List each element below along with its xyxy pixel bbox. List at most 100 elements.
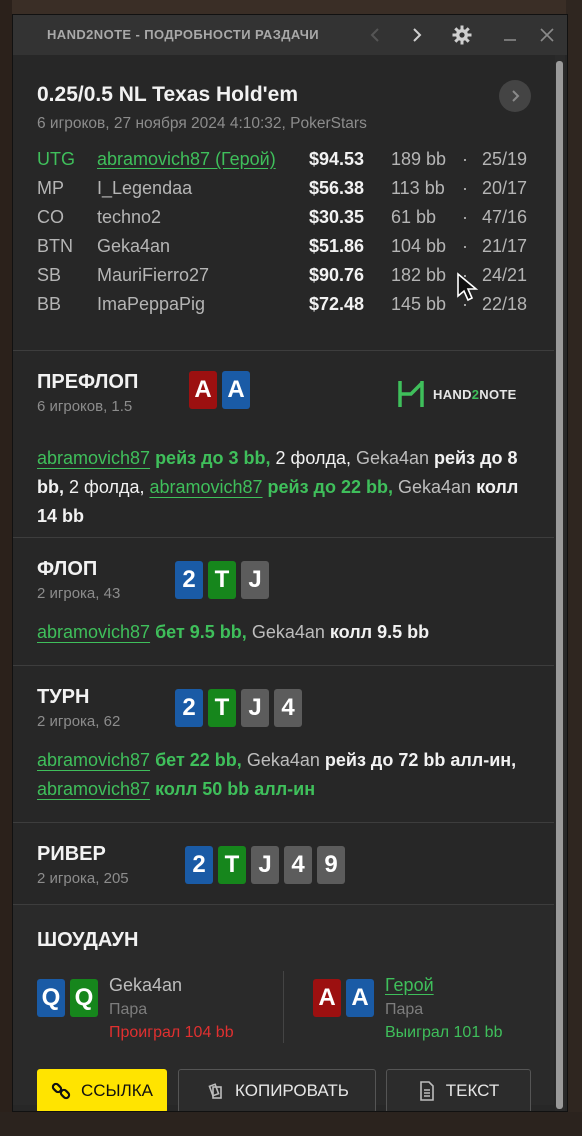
street-flop: ФЛОП 2 игрока, 43 2TJ abramovich87 бет 9… xyxy=(13,538,554,666)
logo-text-c: NOTE xyxy=(479,386,517,402)
player-name[interactable]: abramovich87 (Герой) xyxy=(97,149,285,170)
hero-link[interactable]: abramovich87 xyxy=(37,750,150,770)
player-position: MP xyxy=(37,178,64,198)
street-subtitle: 6 игроков, 1.5 xyxy=(37,398,133,415)
playing-card: A xyxy=(313,979,341,1017)
action-text: 2 фолда, xyxy=(64,477,150,497)
player-name[interactable]: Geka4an xyxy=(97,236,285,257)
opponent-name: Geka4an xyxy=(246,750,320,770)
title-bar[interactable]: HAND2NOTE - ПОДРОБНОСТИ РАЗДАЧИ xyxy=(13,15,567,55)
player-stack-bb: 61 bb xyxy=(391,207,437,227)
player-name[interactable]: MauriFierro27 xyxy=(97,265,285,286)
minimize-icon[interactable] xyxy=(499,15,521,55)
hand2note-logo-icon xyxy=(398,381,424,407)
text-button[interactable]: ТЕКСТ xyxy=(386,1069,531,1111)
villain-hand: Пара xyxy=(109,1001,148,1018)
player-stats: 22/18 xyxy=(482,294,528,314)
text-button-label: ТЕКСТ xyxy=(445,1081,500,1100)
copy-icon xyxy=(208,1083,222,1099)
hero-cards: AA xyxy=(313,979,374,1017)
street-title: ТУРН xyxy=(37,686,90,708)
open-hand-button[interactable] xyxy=(499,80,531,112)
board-cards: 2TJ4 xyxy=(175,689,302,727)
street-subtitle: 2 игрока, 205 xyxy=(37,870,129,887)
playing-card: T xyxy=(218,846,246,884)
player-stack-bb: 189 bb xyxy=(391,149,447,169)
hand2note-logo: HAND2NOTE xyxy=(397,379,517,409)
action-text: рейз до 72 bb алл-ин, xyxy=(319,750,517,770)
player-row[interactable]: MP I_Legendaa $56.38 113 bb · 20/17 xyxy=(37,178,537,206)
player-position: SB xyxy=(37,265,62,285)
player-stack: $90.76 xyxy=(309,265,365,285)
action-text: бет 22 bb, xyxy=(150,750,242,770)
separator-dot: · xyxy=(462,178,468,198)
player-stack-bb: 113 bb xyxy=(391,178,445,198)
action-text: бет 9.5 bb, xyxy=(150,622,247,642)
showdown-title: ШОУДАУН xyxy=(37,929,139,951)
copy-button[interactable]: КОПИРОВАТЬ xyxy=(178,1069,376,1111)
gear-icon[interactable] xyxy=(449,15,475,55)
player-row[interactable]: BTN Geka4an $51.86 104 bb · 21/17 xyxy=(37,236,537,264)
playing-card: 2 xyxy=(185,846,213,884)
action-text: рейз до 22 bb, xyxy=(262,477,393,497)
street-actions: abramovich87 бет 22 bb, Geka4an рейз до … xyxy=(37,746,537,804)
hero-link[interactable]: abramovich87 xyxy=(149,477,262,497)
hero-link[interactable]: abramovich87 xyxy=(37,448,150,468)
player-stack: $56.38 xyxy=(309,178,365,198)
player-stats: 24/21 xyxy=(482,265,528,285)
link-button-label: ССЫЛКА xyxy=(80,1081,153,1100)
hero-link[interactable]: abramovich87 xyxy=(37,779,150,799)
chevron-left-icon[interactable] xyxy=(363,15,387,55)
villain-result: Проиграл 104 bb xyxy=(109,1024,234,1041)
scrollbar[interactable] xyxy=(555,55,565,1111)
hero-link[interactable]: abramovich87 xyxy=(37,622,150,642)
playing-card: T xyxy=(208,689,236,727)
player-stack-bb: 182 bb xyxy=(391,265,447,285)
player-row[interactable]: CO techno2 $30.35 61 bb · 47/16 xyxy=(37,207,537,235)
separator-dot: · xyxy=(462,207,468,227)
player-position: UTG xyxy=(37,149,75,169)
showdown-divider xyxy=(283,971,284,1043)
hero-result: Выиграл 101 bb xyxy=(385,1024,503,1041)
player-stats: 25/19 xyxy=(482,149,528,169)
hero-name[interactable]: Герой xyxy=(385,975,434,996)
player-name[interactable]: techno2 xyxy=(97,207,285,228)
window-title: HAND2NOTE - ПОДРОБНОСТИ РАЗДАЧИ xyxy=(47,27,320,42)
action-text: рейз до 3 bb, xyxy=(150,448,271,468)
link-button[interactable]: ССЫЛКА xyxy=(37,1069,167,1111)
playing-card: 4 xyxy=(284,846,312,884)
player-stats: 21/17 xyxy=(482,236,528,256)
street-actions: abramovich87 рейз до 3 bb, 2 фолда, Geka… xyxy=(37,444,537,531)
street-subtitle: 2 игрока, 43 xyxy=(37,585,121,602)
hand-details-window: HAND2NOTE - ПОДРОБНОСТИ РАЗДАЧИ 0.25/0.5… xyxy=(12,14,568,1112)
villain-name[interactable]: Geka4an xyxy=(109,975,182,996)
chevron-right-icon[interactable] xyxy=(405,15,429,55)
close-icon[interactable] xyxy=(535,15,559,55)
separator-dot: · xyxy=(462,149,468,169)
street-preflop: ПРЕФЛОП 6 игроков, 1.5 AA HAND2NOTE abra… xyxy=(13,351,554,538)
street-turn: ТУРН 2 игрока, 62 2TJ4 abramovich87 бет … xyxy=(13,666,554,823)
opponent-name: Geka4an xyxy=(398,477,472,497)
playing-card: J xyxy=(251,846,279,884)
street-title: ФЛОП xyxy=(37,558,98,580)
street-title: ПРЕФЛОП xyxy=(37,371,139,393)
background-left xyxy=(0,0,12,1136)
player-name[interactable]: I_Legendaa xyxy=(97,178,285,199)
player-row[interactable]: UTG abramovich87 (Герой) $94.53 189 bb · 25/1… xyxy=(37,149,537,177)
playing-card: A xyxy=(346,979,374,1017)
hand-title: 0.25/0.5 NL Texas Hold'em xyxy=(37,83,299,106)
background-bottom xyxy=(0,1112,582,1136)
hand-subtitle: 6 игроков, 27 ноября 2024 4:10:32, Poker… xyxy=(37,115,367,132)
link-icon xyxy=(51,1082,71,1100)
player-stats: 20/17 xyxy=(482,178,528,198)
player-stack: $51.86 xyxy=(309,236,365,256)
playing-card: T xyxy=(208,561,236,599)
scrollbar-thumb[interactable] xyxy=(556,61,563,1109)
document-icon xyxy=(419,1081,434,1101)
street-subtitle: 2 игрока, 62 xyxy=(37,713,121,730)
board-cards: 2TJ49 xyxy=(185,846,345,884)
player-name[interactable]: ImaPeppaPig xyxy=(97,294,285,315)
player-stats: 47/16 xyxy=(482,207,528,227)
playing-card: 2 xyxy=(175,561,203,599)
hand-header: 0.25/0.5 NL Texas Hold'em 6 игроков, 27 … xyxy=(13,55,554,351)
